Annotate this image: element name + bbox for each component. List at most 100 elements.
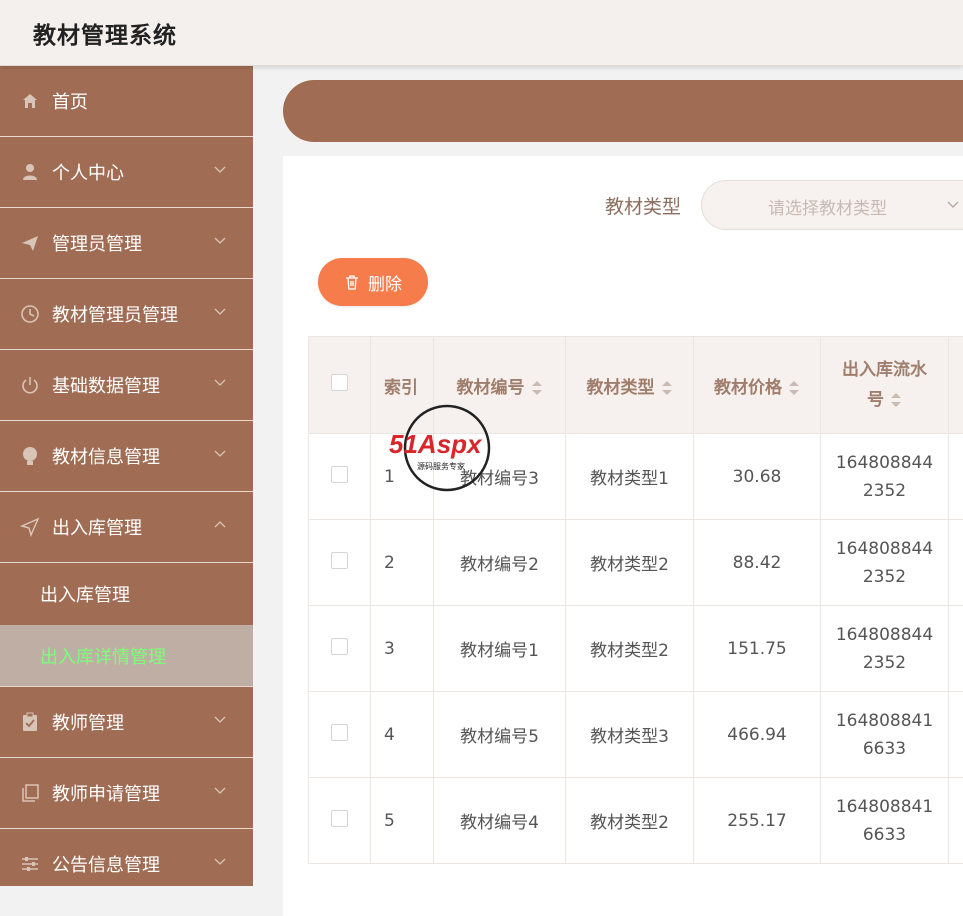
main-content: 教材类型 请选择教材类型 删除 索引 教材编号 教材类型 [253, 66, 963, 886]
sidebar-item-label: 基础数据管理 [52, 372, 160, 398]
sidebar-item-teacher[interactable]: 教师管理 [0, 687, 253, 758]
chevron-down-icon [213, 376, 227, 390]
cell-extra [949, 434, 963, 520]
cell-type: 教材类型2 [566, 606, 694, 692]
sidebar-item-announcement[interactable]: 公告信息管理 [0, 829, 253, 886]
sidebar-item-label: 首页 [52, 88, 88, 114]
sidebar-item-textbook-admin[interactable]: 教材管理员管理 [0, 279, 253, 350]
sort-icon[interactable] [788, 380, 800, 396]
cell-price: 466.94 [694, 692, 821, 778]
copy-icon [20, 783, 40, 803]
watermark-logo: 51Aspx 源码服务专家 [387, 403, 512, 493]
clock-icon [20, 304, 40, 324]
sort-icon[interactable] [661, 380, 673, 396]
cell-extra [949, 692, 963, 778]
flow-part: 164808841 [821, 707, 948, 735]
flow-part: 6633 [821, 735, 948, 763]
sidebar-item-home[interactable]: 首页 [0, 66, 253, 137]
chevron-down-icon [213, 447, 227, 461]
sort-icon[interactable] [890, 392, 902, 408]
cell-price: 30.68 [694, 434, 821, 520]
cell-price: 88.42 [694, 520, 821, 606]
cell-code: 教材编号5 [434, 692, 566, 778]
column-header-label: 教材类型 [587, 378, 655, 398]
flow-part: 6633 [821, 821, 948, 849]
flow-part: 2352 [821, 649, 948, 677]
chevron-down-icon [213, 713, 227, 727]
cell-code: 教材编号1 [434, 606, 566, 692]
clipboard-icon [20, 712, 40, 732]
sidebar-item-admin[interactable]: 管理员管理 [0, 208, 253, 279]
chevron-down-icon [213, 784, 227, 798]
delete-button-label: 删除 [368, 270, 402, 295]
sidebar-subitem-inventory-detail[interactable]: 出入库详情管理 [0, 625, 253, 687]
table-row: 3 教材编号1 教材类型2 151.75 1648088442352 [309, 606, 963, 692]
cell-flow: 1648088442352 [821, 520, 949, 606]
sidebar-subitem-inventory[interactable]: 出入库管理 [0, 563, 253, 625]
column-header-flow[interactable]: 出入库流水 号 [821, 337, 949, 434]
select-all-cell [309, 337, 371, 434]
cell-flow: 1648088442352 [821, 434, 949, 520]
cell-index: 3 [371, 606, 434, 692]
cell-code: 教材编号2 [434, 520, 566, 606]
sidebar-item-label: 教师管理 [52, 709, 124, 735]
cell-index: 4 [371, 692, 434, 778]
column-header-type[interactable]: 教材类型 [566, 337, 694, 434]
power-icon [20, 375, 40, 395]
sidebar-item-textbook-info[interactable]: 教材信息管理 [0, 421, 253, 492]
chevron-down-icon [213, 305, 227, 319]
sidebar-item-label: 教材管理员管理 [52, 301, 178, 327]
row-checkbox[interactable] [331, 552, 348, 569]
cell-index: 2 [371, 520, 434, 606]
cell-price: 255.17 [694, 778, 821, 864]
content-panel: 教材类型 请选择教材类型 删除 索引 教材编号 教材类型 [283, 156, 963, 916]
cell-extra [949, 520, 963, 606]
sidebar-item-label: 出入库管理 [52, 514, 142, 540]
cell-code: 教材编号4 [434, 778, 566, 864]
bulb-icon [20, 446, 40, 466]
sidebar-item-inventory[interactable]: 出入库管理 [0, 492, 253, 563]
column-header-label: 教材价格 [714, 378, 782, 398]
watermark-brand: 51Aspx [389, 429, 483, 459]
delete-button[interactable]: 删除 [318, 258, 428, 306]
row-checkbox[interactable] [331, 466, 348, 483]
column-header-label: 教材编号 [457, 378, 525, 398]
cell-price: 151.75 [694, 606, 821, 692]
sidebar: 首页 个人中心 管理员管理 教材管理员管理 基础数据管理 教材信息管理 [0, 66, 253, 886]
cell-type: 教材类型3 [566, 692, 694, 778]
flow-part: 2352 [821, 477, 948, 505]
column-header-label: 出入库流水 号 [842, 360, 927, 410]
table-row: 4 教材编号5 教材类型3 466.94 1648088416633 [309, 692, 963, 778]
row-checkbox[interactable] [331, 810, 348, 827]
chevron-down-icon [946, 198, 960, 212]
table-row: 5 教材编号4 教材类型2 255.17 1648088416633 [309, 778, 963, 864]
user-icon [20, 162, 40, 182]
sidebar-item-teacher-application[interactable]: 教师申请管理 [0, 758, 253, 829]
sidebar-item-basic-data[interactable]: 基础数据管理 [0, 350, 253, 421]
top-header: 教材管理系统 [0, 0, 963, 66]
row-checkbox[interactable] [331, 638, 348, 655]
cell-extra [949, 778, 963, 864]
cell-extra [949, 606, 963, 692]
column-header-price[interactable]: 教材价格 [694, 337, 821, 434]
sidebar-item-label: 个人中心 [52, 159, 124, 185]
app-title: 教材管理系统 [33, 16, 177, 50]
chevron-up-icon [213, 518, 227, 532]
filter-label: 教材类型 [605, 192, 681, 219]
select-all-checkbox[interactable] [331, 374, 348, 391]
page-banner [283, 80, 963, 142]
row-checkbox[interactable] [331, 724, 348, 741]
cell-type: 教材类型2 [566, 778, 694, 864]
cell-flow: 1648088416633 [821, 692, 949, 778]
sidebar-item-profile[interactable]: 个人中心 [0, 137, 253, 208]
sidebar-item-label: 教材信息管理 [52, 443, 160, 469]
trash-icon [344, 274, 360, 290]
flow-part: 164808844 [821, 449, 948, 477]
sort-icon[interactable] [531, 380, 543, 396]
cell-type: 教材类型2 [566, 520, 694, 606]
sidebar-item-label: 管理员管理 [52, 230, 142, 256]
home-icon [20, 91, 40, 111]
cell-type: 教材类型1 [566, 434, 694, 520]
column-header-extra [949, 337, 963, 434]
textbook-type-select[interactable]: 请选择教材类型 [701, 180, 963, 230]
